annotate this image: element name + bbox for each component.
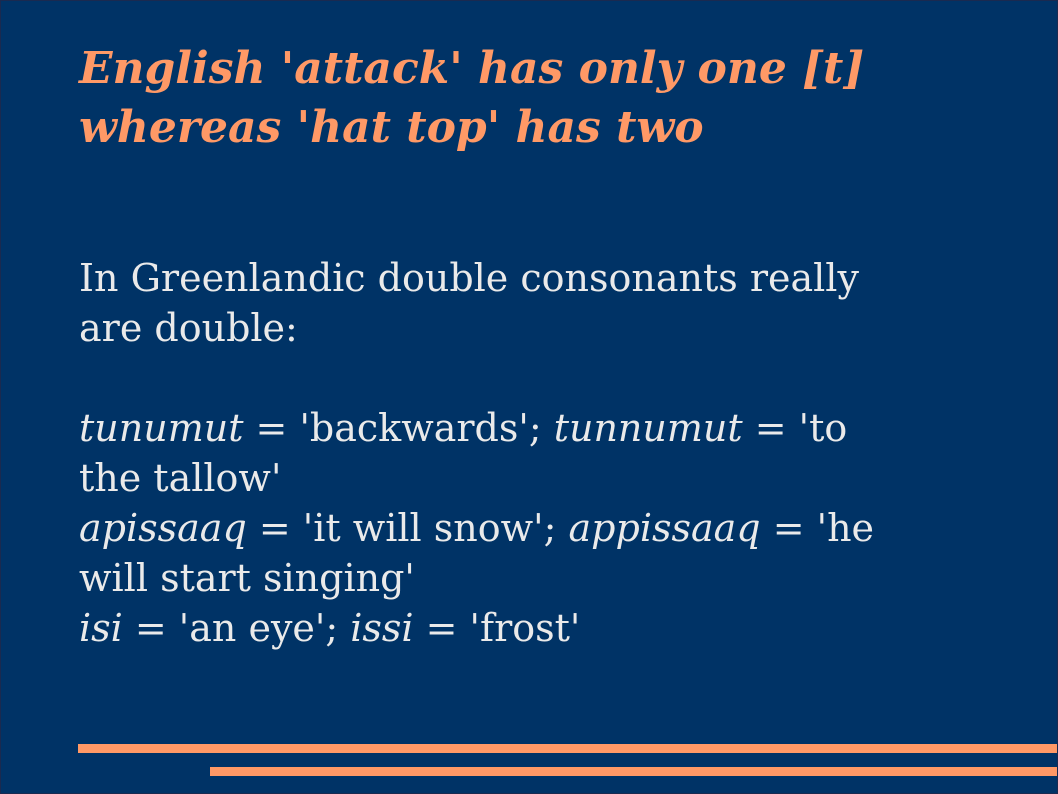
example-2-line-1: apissaaq = 'it will snow'; appissaaq = '… — [79, 503, 1039, 553]
slide: English 'attack' has only one [t] wherea… — [0, 0, 1058, 794]
example-1-word-2: tunnumut — [553, 406, 743, 450]
example-1-gloss-2a: = 'to — [742, 406, 848, 450]
accent-rule-upper — [78, 744, 1057, 753]
slide-title: English 'attack' has only one [t] wherea… — [79, 39, 1039, 157]
example-2-line-2: will start singing' — [79, 556, 415, 600]
slide-body: In Greenlandic double consonants really … — [79, 253, 1039, 653]
intro-line-2: are double: — [79, 306, 298, 350]
example-1-line-2: the tallow' — [79, 456, 282, 500]
example-1-gloss-1: = 'backwards'; — [243, 406, 554, 450]
title-line-1: English 'attack' has only one [t] — [79, 43, 865, 94]
example-2-gloss-1: = 'it will snow'; — [246, 506, 569, 550]
title-line-2: whereas 'hat top' has two — [79, 102, 704, 153]
example-3-gloss-2: = 'frost' — [413, 606, 581, 650]
example-3-gloss-1: = 'an eye'; — [122, 606, 351, 650]
example-3-word-1: isi — [79, 606, 123, 650]
intro-line-1: In Greenlandic double consonants really — [79, 256, 859, 300]
example-2-word-2: appissaaq — [568, 506, 761, 550]
example-1-line-1: tunumut = 'backwards'; tunnumut = 'to — [79, 403, 1039, 453]
example-3-line-1: isi = 'an eye'; issi = 'frost' — [79, 603, 1039, 653]
example-2-word-1: apissaaq — [79, 506, 247, 550]
accent-rule-lower — [210, 767, 1057, 776]
example-1-word-1: tunumut — [79, 406, 244, 450]
example-3-word-2: issi — [350, 606, 414, 650]
example-2-gloss-2a: = 'he — [760, 506, 875, 550]
